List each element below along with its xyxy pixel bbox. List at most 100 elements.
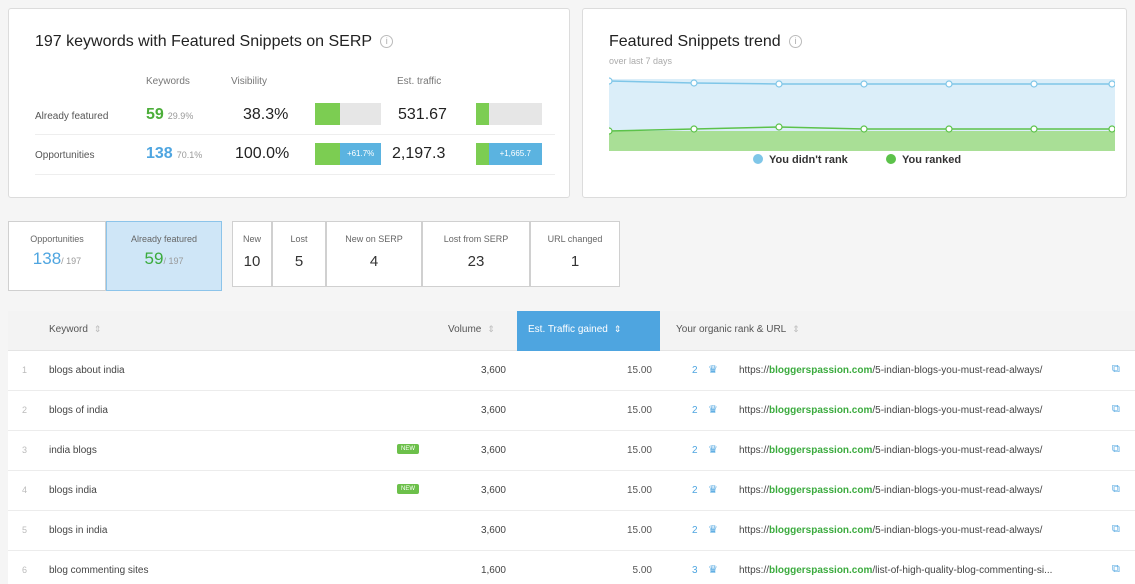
url-prefix: https:// — [739, 525, 770, 536]
tab-opportunities-label: Opportunities — [30, 234, 84, 244]
ranking-url-link[interactable]: https://bloggerspassion.com/list-of-high… — [739, 565, 1109, 576]
table-row[interactable]: 6 blog commenting sites 1,600 5.00 3 ♛ https:/… — [8, 551, 1135, 584]
filter-url-changed-value: 1 — [570, 253, 580, 270]
rank-value: 2 — [692, 525, 698, 536]
tab-opportunities-value: 138 — [32, 249, 62, 268]
opportunities-traffic-bar: +1,665.7 — [476, 143, 542, 165]
url-prefix: https:// — [739, 365, 770, 376]
traffic-value: 15.00 — [626, 445, 652, 456]
row-label-opportunities: Opportunities — [35, 150, 95, 161]
filter-new-on-serp[interactable]: New on SERP 4 — [326, 221, 422, 287]
legend-ranked[interactable]: You ranked — [886, 154, 961, 166]
tab-already-featured-value-wrap: 59/ 197 — [107, 249, 221, 269]
traffic-bar-fill — [476, 143, 489, 165]
header-rank-url[interactable]: Your organic rank & URL ⇕ — [676, 324, 800, 335]
keyword-link[interactable]: blogs about india — [49, 365, 125, 376]
rank-value: 2 — [692, 445, 698, 456]
ranking-url-link[interactable]: https://bloggerspassion.com/5-indian-blo… — [739, 405, 1109, 416]
rank-value: 2 — [692, 405, 698, 416]
keyword-link[interactable]: blogs of india — [49, 405, 108, 416]
tab-opportunities[interactable]: Opportunities 138/ 197 — [8, 221, 106, 291]
sort-icon: ⇕ — [487, 324, 495, 334]
already-featured-visibility-bar — [315, 103, 381, 125]
external-link-icon[interactable]: ⧉ — [1112, 363, 1120, 376]
filter-url-changed[interactable]: URL changed 1 — [530, 221, 620, 287]
trend-point — [1030, 80, 1038, 88]
trend-title: Featured Snippets trend — [609, 33, 781, 50]
tab-opportunities-value-wrap: 138/ 197 — [9, 249, 105, 269]
table-row[interactable]: 5 blogs in india 3,600 15.00 2 ♛ https://blogg… — [8, 511, 1135, 551]
tab-already-featured[interactable]: Already featured 59/ 197 — [106, 221, 222, 291]
legend-didnt-rank-label: You didn't rank — [769, 154, 848, 166]
featured-snippet-crown-icon: ♛ — [708, 404, 718, 416]
filter-new-on-serp-label: New on SERP — [345, 234, 403, 244]
tab-opportunities-total: / 197 — [61, 256, 82, 266]
featured-snippets-trend-card: Featured Snippets trend i over last 7 da… — [582, 8, 1127, 198]
ranking-url-link[interactable]: https://bloggerspassion.com/5-indian-blo… — [739, 525, 1109, 536]
ranking-url-link[interactable]: https://bloggerspassion.com/5-indian-blo… — [739, 445, 1109, 456]
opportunities-traffic: 2,197.3 — [392, 145, 446, 162]
filter-new[interactable]: New 10 — [232, 221, 272, 287]
row-divider — [35, 174, 555, 175]
trend-point — [609, 127, 613, 135]
already-featured-count[interactable]: 59 29.9% — [146, 106, 193, 124]
keyword-link[interactable]: blogs india — [49, 485, 97, 496]
legend-didnt-rank[interactable]: You didn't rank — [753, 154, 848, 166]
keyword-link[interactable]: blogs in india — [49, 525, 107, 536]
trend-point — [1108, 125, 1115, 133]
table-row[interactable]: 3 india blogs NEW 3,600 15.00 2 ♛ https://blogg… — [8, 431, 1135, 471]
external-link-icon[interactable]: ⧉ — [1112, 563, 1120, 576]
table-row[interactable]: 1 blogs about india 3,600 15.00 2 ♛ https://bl… — [8, 351, 1135, 391]
trend-point — [945, 80, 953, 88]
filter-lost-label: Lost — [290, 234, 308, 244]
opportunities-count[interactable]: 138 70.1% — [146, 145, 202, 163]
filter-lost[interactable]: Lost 5 — [272, 221, 326, 287]
url-path: /list-of-high-quality-blog-commenting-si… — [872, 565, 1053, 576]
rank-value: 2 — [692, 485, 698, 496]
traffic-value: 15.00 — [626, 365, 652, 376]
legend-dot-icon — [886, 154, 896, 164]
filter-lost-from-serp[interactable]: Lost from SERP 23 — [422, 221, 530, 287]
external-link-icon[interactable]: ⧉ — [1112, 523, 1120, 536]
header-est-traffic[interactable]: Est. Traffic gained ⇕ — [517, 311, 660, 351]
traffic-value: 15.00 — [626, 405, 652, 416]
ranking-url-link[interactable]: https://bloggerspassion.com/5-indian-blo… — [739, 485, 1109, 496]
trend-point — [1108, 80, 1115, 88]
trend-point — [945, 125, 953, 133]
sort-icon: ⇕ — [93, 324, 102, 334]
featured-snippets-summary-card: 197 keywords with Featured Snippets on S… — [8, 8, 570, 198]
info-icon[interactable]: i — [380, 35, 394, 48]
featured-snippet-crown-icon: ♛ — [708, 524, 718, 536]
already-featured-traffic-bar — [476, 103, 542, 125]
volume-value: 3,600 — [480, 445, 506, 456]
table-row[interactable]: 2 blogs of india 3,600 15.00 2 ♛ https://blogg… — [8, 391, 1135, 431]
keyword-link[interactable]: blog commenting sites — [49, 565, 149, 576]
external-link-icon[interactable]: ⧉ — [1112, 483, 1120, 496]
filter-new-label: New — [242, 234, 261, 244]
url-domain: bloggerspassion.com — [769, 405, 873, 416]
col-est-traffic: Est. traffic — [397, 76, 442, 87]
legend-dot-icon — [753, 154, 763, 164]
trend-point — [690, 125, 698, 133]
trend-point — [609, 77, 613, 85]
visibility-bar-gain: +61.7% — [340, 143, 381, 165]
external-link-icon[interactable]: ⧉ — [1112, 403, 1120, 416]
table-body: 1 blogs about india 3,600 15.00 2 ♛ https://bl… — [8, 351, 1135, 584]
filter-url-changed-label: URL changed — [547, 234, 603, 244]
info-icon[interactable]: i — [789, 35, 803, 48]
rank-value: 2 — [692, 365, 698, 376]
external-link-icon[interactable]: ⧉ — [1112, 443, 1120, 456]
header-volume-label: Volume — [448, 324, 482, 335]
row-index: 1 — [22, 365, 28, 375]
header-volume[interactable]: Volume ⇕ — [448, 324, 495, 335]
header-keyword[interactable]: Keyword ⇕ — [49, 324, 101, 335]
opportunities-pct: 70.1% — [176, 150, 203, 160]
filter-lost-from-serp-value: 23 — [467, 253, 485, 270]
table-row[interactable]: 4 blogs india NEW 3,600 15.00 2 ♛ https://blogg… — [8, 471, 1135, 511]
row-index: 4 — [22, 485, 28, 495]
new-badge: NEW — [397, 484, 419, 494]
keyword-link[interactable]: india blogs — [49, 445, 97, 456]
ranking-url-link[interactable]: https://bloggerspassion.com/5-indian-blo… — [739, 365, 1109, 376]
url-path: /5-indian-blogs-you-must-read-always/ — [872, 485, 1043, 496]
featured-snippet-crown-icon: ♛ — [708, 564, 718, 576]
